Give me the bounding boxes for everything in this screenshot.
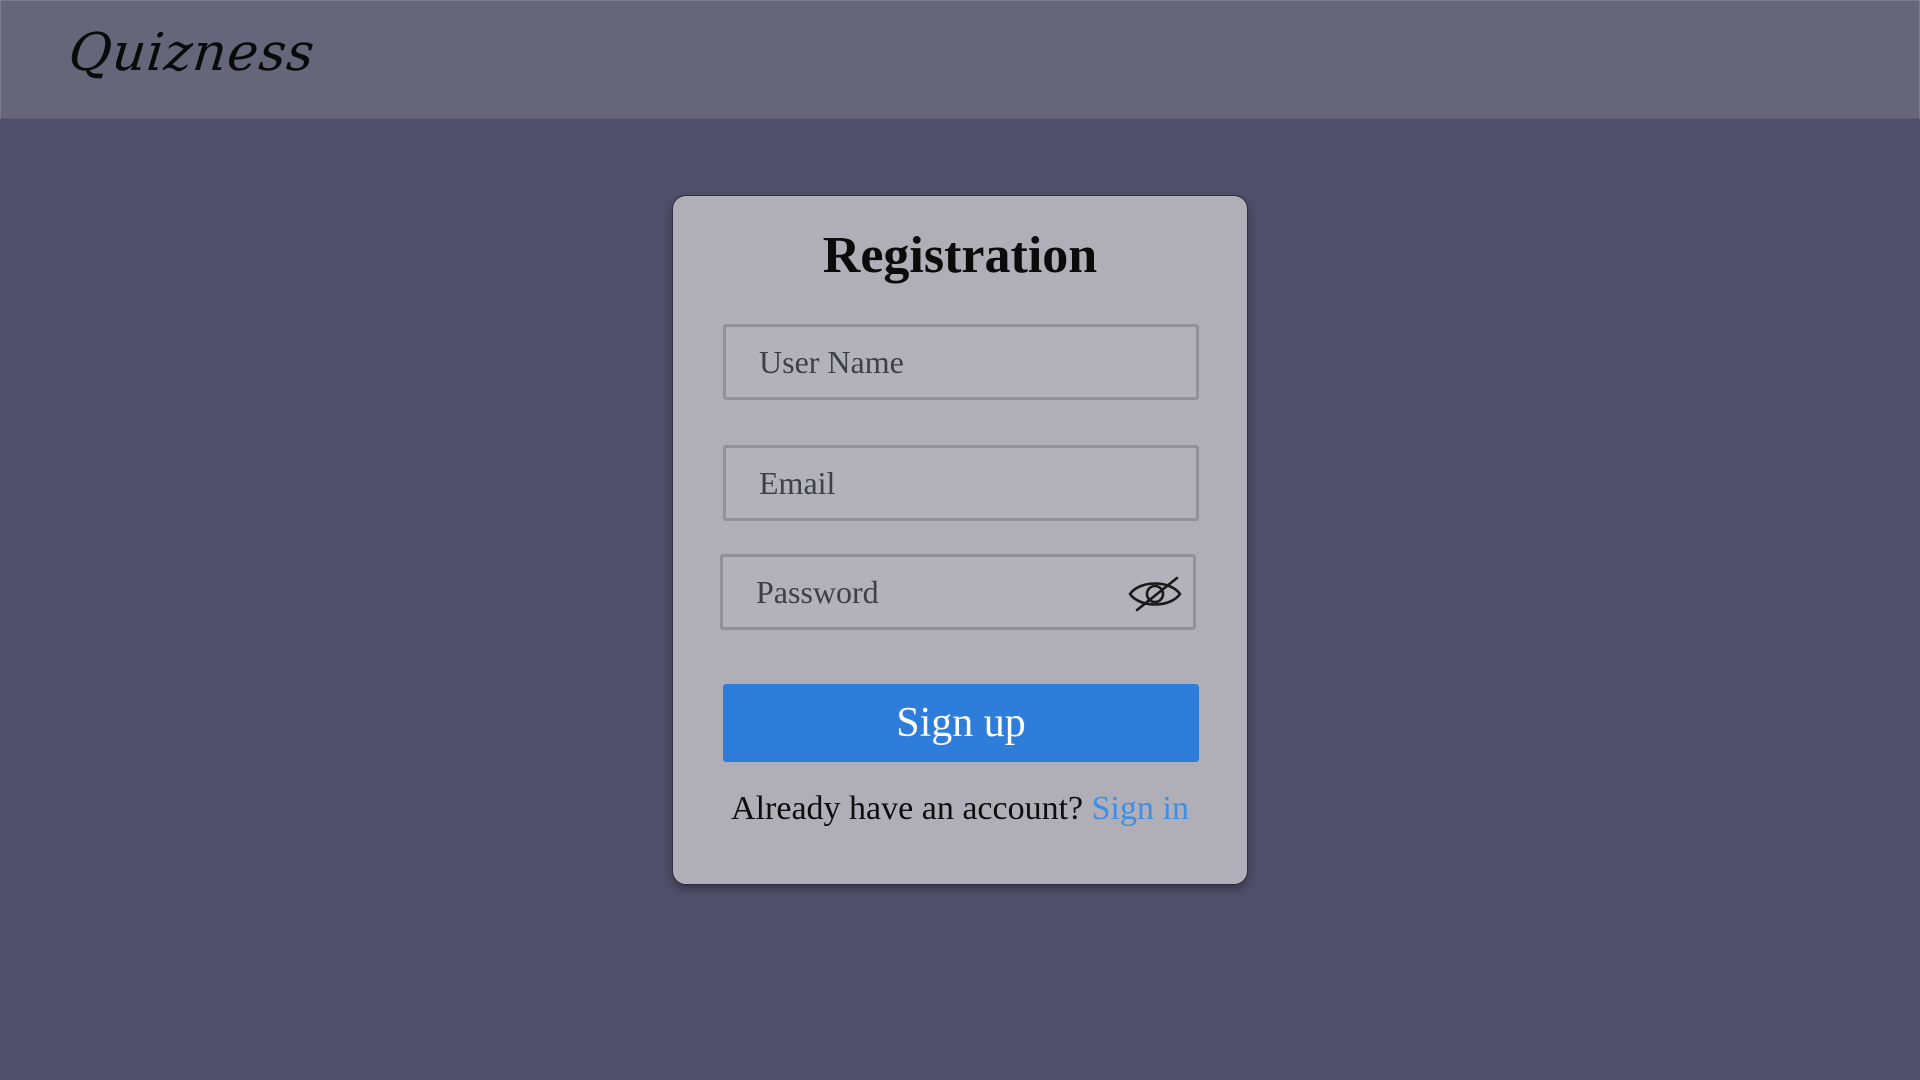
eye-slash-icon[interactable] [1127, 574, 1183, 614]
registration-title: Registration [822, 227, 1098, 284]
sign-in-link[interactable]: Sign in [1092, 790, 1189, 827]
password-field-wrapper [720, 554, 1196, 630]
sign-up-button[interactable]: Sign up [723, 684, 1199, 762]
password-input[interactable] [723, 557, 1193, 627]
signin-prompt: Already have an account? Sign in [673, 790, 1247, 828]
top-navbar: Quizness [0, 0, 1920, 119]
app-logo[interactable]: Quizness [66, 23, 318, 83]
username-field-wrapper [723, 324, 1199, 400]
email-field-wrapper [723, 445, 1199, 521]
email-input[interactable] [726, 448, 1196, 518]
registration-card: Registration Sign up Already have an acc… [672, 195, 1248, 885]
username-input[interactable] [726, 327, 1196, 397]
already-have-account-text: Already have an account? [731, 790, 1084, 827]
